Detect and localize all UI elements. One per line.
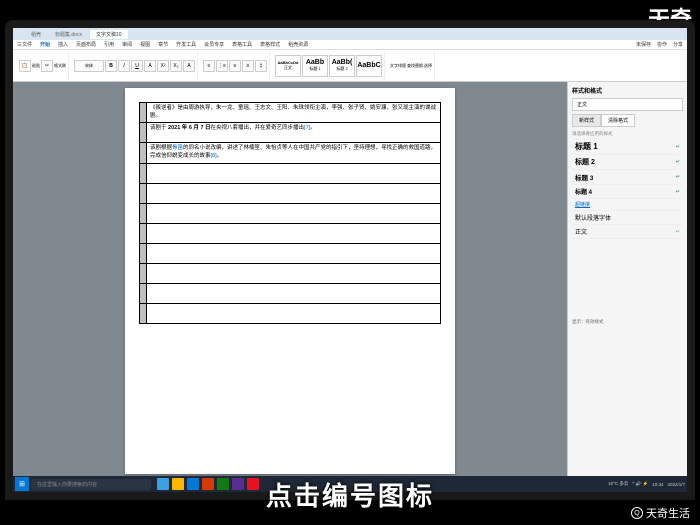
font-color-button[interactable]: A (183, 60, 195, 72)
line-spacing-button[interactable]: ‡ (255, 60, 267, 72)
style-item-h1[interactable]: 标题 1↵ (572, 139, 683, 155)
monitor-frame: 稻壳 标题集.docx 文字文稿10 三文件 开始 插入 页面布局 引用 审阅 … (5, 20, 695, 500)
italic-button[interactable]: I (118, 60, 130, 72)
cell-r2c1[interactable] (140, 123, 147, 143)
cell-r8c1[interactable] (140, 243, 147, 263)
numbering-button[interactable]: ⋮≡ (216, 60, 228, 72)
cell-r10c2[interactable] (147, 283, 441, 303)
menu-collab[interactable]: 协作 (657, 41, 667, 48)
cell-r11c1[interactable] (140, 303, 147, 323)
document-canvas[interactable]: 《叛逆者》是由周游执导，朱一龙、童瑶、王志文、王阳、朱珠领衔主演，李强、张子贤、… (13, 82, 567, 480)
ribbon: 📋 粘贴 ✂ 格式刷 宋体 B I U A X² X₂ A ≡ ⋮≡ ≡ ≡ ‡… (13, 50, 687, 82)
cell-r7c2[interactable] (147, 223, 441, 243)
watermark: Q 天奇生活 (631, 505, 690, 521)
cell-r1c1[interactable] (140, 103, 147, 123)
style-item-h2[interactable]: 标题 2↵ (572, 155, 683, 170)
cut-button[interactable]: ✂ (41, 60, 53, 72)
style-item-h4[interactable]: 标题 4↵ (572, 185, 683, 199)
find-replace-button[interactable]: 查找替换 (407, 63, 423, 69)
cell-r5c1[interactable] (140, 183, 147, 203)
style-h2[interactable]: AaBb(标题 2 (329, 55, 355, 77)
content-table[interactable]: 《叛逆者》是由周游执导，朱一龙、童瑶、王志文、王阳、朱珠领衔主演，李强、张子贤、… (139, 102, 441, 324)
menu-resource[interactable]: 稻壳资源 (288, 41, 308, 48)
menu-start[interactable]: 开始 (40, 41, 50, 48)
menu-chapter[interactable]: 章节 (158, 41, 168, 48)
page: 《叛逆者》是由周游执导，朱一龙、童瑶、王志文、王阳、朱珠领衔主演，李强、张子贤、… (125, 88, 455, 474)
menu-insert[interactable]: 插入 (58, 41, 68, 48)
style-h3[interactable]: AaBbC (356, 55, 382, 77)
tab-doc-2[interactable]: 标题集.docx (49, 30, 88, 39)
bullets-button[interactable]: ≡ (203, 60, 215, 72)
doc-tabs: 稻壳 标题集.docx 文字文稿10 (13, 28, 687, 40)
select-button[interactable]: 选择 (424, 63, 432, 69)
cell-r1c2[interactable]: 《叛逆者》是由周游执导，朱一龙、童瑶、王志文、王阳、朱珠领衔主演，李强、张子贤、… (147, 103, 441, 123)
check-icon: ↵ (676, 229, 680, 235)
style-normal[interactable]: AaBbCcDd正文 (275, 55, 301, 77)
cell-r3c1[interactable] (140, 143, 147, 163)
style-item-body[interactable]: 正文↵ (572, 225, 683, 239)
style-item-h3[interactable]: 标题 3↵ (572, 170, 683, 185)
check-icon: ↵ (676, 174, 680, 180)
new-style-button[interactable]: 新样式 (572, 114, 601, 127)
brush-label: 格式刷 (54, 63, 66, 69)
show-filter[interactable]: 显示：有效样式 (572, 319, 683, 325)
tab-doc-1[interactable]: 稻壳 (25, 30, 47, 39)
cell-r6c2[interactable] (147, 203, 441, 223)
align-center-button[interactable]: ≡ (242, 60, 254, 72)
style-item-link[interactable]: 超链接 (572, 199, 683, 211)
menu-tabletool[interactable]: 表格工具 (232, 41, 252, 48)
current-style[interactable]: 正文 (572, 98, 683, 111)
tab-doc-3[interactable]: 文字文稿10 (90, 30, 128, 39)
cell-r4c1[interactable] (140, 163, 147, 183)
cell-r9c2[interactable] (147, 263, 441, 283)
menu-vip[interactable]: 会员专享 (204, 41, 224, 48)
menu-file[interactable]: 三文件 (17, 41, 32, 48)
check-icon: ↵ (676, 189, 680, 195)
cell-r5c2[interactable] (147, 183, 441, 203)
panel-title: 样式和格式 (572, 86, 683, 95)
menu-ref[interactable]: 引用 (104, 41, 114, 48)
menu-dev[interactable]: 开发工具 (176, 41, 196, 48)
screen: 稻壳 标题集.docx 文字文稿10 三文件 开始 插入 页面布局 引用 审阅 … (13, 28, 687, 492)
underline-button[interactable]: U (131, 60, 143, 72)
paste-label: 粘贴 (32, 63, 40, 69)
cell-r4c2[interactable] (147, 163, 441, 183)
styles-panel: 样式和格式 正文 新样式 清除格式 请选择要应用的样式 标题 1↵ 标题 2↵ … (567, 82, 687, 480)
menu-bar: 三文件 开始 插入 页面布局 引用 审阅 视图 章节 开发工具 会员专享 表格工… (13, 40, 687, 50)
cell-r11c2[interactable] (147, 303, 441, 323)
cell-r8c2[interactable] (147, 243, 441, 263)
style-h1[interactable]: AaBb标题 1 (302, 55, 328, 77)
bold-button[interactable]: B (105, 60, 117, 72)
super-button[interactable]: X² (157, 60, 169, 72)
menu-view[interactable]: 视图 (140, 41, 150, 48)
watermark-icon: Q (631, 507, 643, 519)
style-item-default[interactable]: 默认段落字体 (572, 211, 683, 225)
video-caption: 点击编号图标 (0, 476, 700, 513)
cell-r6c1[interactable] (140, 203, 147, 223)
align-left-button[interactable]: ≡ (229, 60, 241, 72)
cell-r7c1[interactable] (140, 223, 147, 243)
menu-unsaved[interactable]: 未保存 (636, 41, 651, 48)
paste-button[interactable]: 📋 (19, 60, 31, 72)
sub-button[interactable]: X₂ (170, 60, 182, 72)
strike-button[interactable]: A (144, 60, 156, 72)
font-select[interactable]: 宋体 (74, 60, 104, 72)
check-icon: ↵ (676, 159, 680, 165)
cell-r10c1[interactable] (140, 283, 147, 303)
text-layout-label[interactable]: 文字排版 (390, 63, 406, 69)
menu-review[interactable]: 审阅 (122, 41, 132, 48)
cell-r2c2[interactable]: 该剧于 2021 年 6 月 7 日在央视八套播出，并在爱奇艺同步播出[7]。 (147, 123, 441, 143)
menu-tablestyle[interactable]: 表格样式 (260, 41, 280, 48)
check-icon: ↵ (676, 144, 680, 150)
cell-r3c2[interactable]: 该剧根据骨笛的同名小说改编，讲述了林楠笙、朱怡贞等人在中国共产党的指引下，坚持理… (147, 143, 441, 163)
cell-r9c1[interactable] (140, 263, 147, 283)
menu-layout[interactable]: 页面布局 (76, 41, 96, 48)
clear-format-button[interactable]: 清除格式 (601, 114, 635, 127)
main-area: 《叛逆者》是由周游执导，朱一龙、童瑶、王志文、王阳、朱珠领衔主演，李强、张子贤、… (13, 82, 687, 480)
style-list: 标题 1↵ 标题 2↵ 标题 3↵ 标题 4↵ 超链接 默认段落字体 正文↵ (572, 139, 683, 239)
menu-share[interactable]: 分享 (673, 41, 683, 48)
panel-hint: 请选择要应用的样式 (572, 131, 683, 137)
style-gallery: AaBbCcDd正文 AaBb标题 1 AaBb(标题 2 AaBbC (273, 52, 385, 80)
